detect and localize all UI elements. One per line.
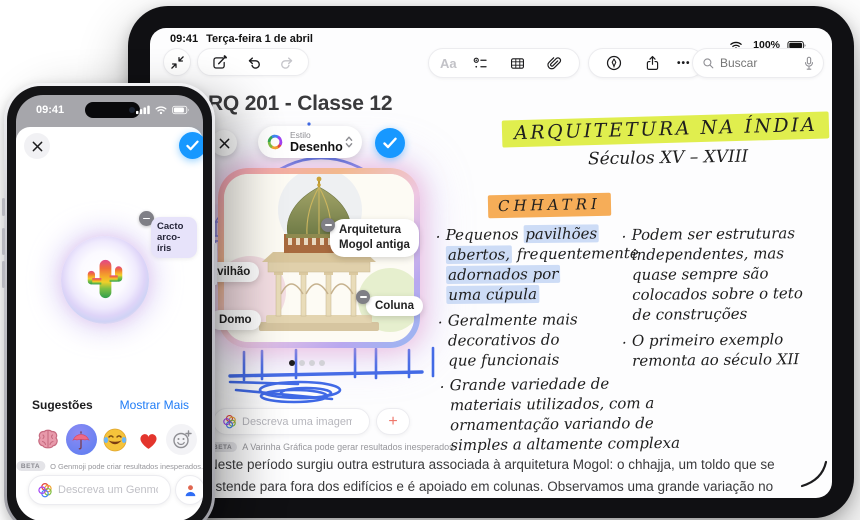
tag-architecture-line1: Arquitetura bbox=[339, 224, 401, 236]
image-wand-input[interactable] bbox=[242, 415, 352, 428]
volume-up-button bbox=[2, 228, 5, 255]
genmoji-input-row bbox=[28, 475, 203, 505]
pager-dot[interactable] bbox=[299, 360, 305, 366]
handwritten-bullet-4: · Podem ser estruturas independentes, ma… bbox=[621, 224, 803, 324]
typed-line-1: Neste período surgiu outra estrutura ass… bbox=[208, 457, 775, 472]
power-button bbox=[214, 243, 217, 285]
person-genmoji-button[interactable] bbox=[175, 475, 203, 505]
close-icon bbox=[219, 138, 229, 148]
ipad-device: 09:41 Terça-feira 1 de abril 100% Aa •••… bbox=[128, 6, 854, 518]
image-wand-field[interactable] bbox=[213, 408, 370, 435]
add-image-button[interactable]: + bbox=[376, 408, 410, 435]
pager-dot[interactable] bbox=[319, 360, 325, 366]
beta-disclaimer: A Varinha Gráfica pode gerar resultados … bbox=[242, 442, 457, 452]
remove-tag-architecture-button[interactable] bbox=[321, 218, 335, 232]
show-more-link[interactable]: Mostrar Mais bbox=[120, 398, 189, 412]
accept-genmoji-button[interactable] bbox=[179, 132, 203, 159]
battery-icon bbox=[172, 105, 189, 115]
typed-paragraph: Neste período surgiu outra estrutura ass… bbox=[208, 454, 783, 497]
iphone-bezel: 09:41 Cacto arco-íris Sugestões Mostrar … bbox=[7, 86, 212, 520]
tag-dome[interactable]: Domo bbox=[210, 310, 261, 330]
beta-badge: BETA bbox=[16, 461, 46, 471]
handwritten-bullet-3: · Grande variedade de materiais utilizad… bbox=[439, 374, 681, 455]
genmoji-rainbow-icon bbox=[38, 483, 52, 498]
iphone-device: 09:41 Cacto arco-íris Sugestões Mostrar … bbox=[2, 83, 217, 520]
accept-image-button[interactable] bbox=[375, 128, 405, 158]
genmoji-description-tag[interactable]: Cacto arco-íris bbox=[151, 217, 197, 258]
tag-architecture[interactable]: Arquitetura Mogol antiga bbox=[330, 219, 419, 257]
close-icon bbox=[32, 141, 42, 151]
suggestions-header: Sugestões Mostrar Mais bbox=[32, 398, 189, 412]
pager-dot[interactable] bbox=[309, 360, 315, 366]
umbrella-genmoji[interactable] bbox=[65, 424, 97, 455]
handwritten-bullet-2: · Geralmente mais decorativos do que fun… bbox=[437, 310, 578, 370]
ipad-beta-row: BETA A Varinha Gráfica pode gerar result… bbox=[208, 442, 456, 452]
checkmark-icon bbox=[186, 140, 199, 151]
handwritten-section-title: CHHATRI bbox=[487, 192, 612, 219]
tag-column[interactable]: Coluna bbox=[366, 296, 423, 316]
page-curl-mark bbox=[800, 460, 828, 488]
volume-down-button bbox=[2, 261, 5, 288]
iphone-screen: 09:41 Cacto arco-íris Sugestões Mostrar … bbox=[16, 95, 203, 520]
dismiss-genmoji-button[interactable] bbox=[24, 133, 50, 159]
iphone-time: 09:41 bbox=[36, 104, 65, 116]
add-emoji-icon bbox=[172, 429, 192, 448]
iphone-status-icons bbox=[136, 105, 191, 115]
create-emoji-button[interactable] bbox=[166, 424, 197, 455]
handwritten-bullet-1: · Pequenos pavilhões abertos, frequentem… bbox=[435, 224, 639, 305]
signal-icon bbox=[136, 105, 150, 115]
typed-line-2: estende para fora dos edifícios e é apoi… bbox=[208, 478, 774, 494]
laughing-emoji[interactable] bbox=[99, 424, 130, 455]
emoji-suggestions-row bbox=[32, 424, 197, 455]
heart-emoji[interactable] bbox=[133, 424, 164, 455]
brain-emoji[interactable] bbox=[32, 424, 63, 455]
style-picker-value: Desenho bbox=[290, 140, 343, 154]
genmoji-tag-line1: Cacto bbox=[157, 221, 184, 232]
chevron-up-down-icon bbox=[345, 136, 353, 148]
tag-architecture-line2: Mogol antiga bbox=[339, 239, 410, 251]
action-button bbox=[2, 198, 5, 216]
iphone-beta-row: BETA O Genmoji pode criar resultados ine… bbox=[16, 461, 203, 471]
style-picker[interactable]: Estilo Desenho bbox=[258, 126, 362, 158]
image-wand-icon bbox=[223, 414, 236, 429]
handwritten-subheading: Séculos XV – XVIII bbox=[587, 146, 749, 170]
style-rainbow-icon bbox=[267, 134, 283, 150]
genmoji-field[interactable] bbox=[28, 475, 171, 505]
camera-dot bbox=[129, 107, 135, 113]
beta-disclaimer: O Genmoji pode criar resultados inespera… bbox=[50, 461, 203, 471]
suggestions-title: Sugestões bbox=[32, 398, 93, 412]
genmoji-tag-line2: arco-íris bbox=[157, 232, 181, 254]
image-variant-pager[interactable] bbox=[289, 360, 325, 366]
marketing-canvas: 09:41 Terça-feira 1 de abril 100% Aa •••… bbox=[0, 0, 860, 520]
pager-dot-active[interactable] bbox=[289, 360, 295, 366]
checkmark-icon bbox=[383, 137, 397, 149]
genmoji-sheet: Cacto arco-íris Sugestões Mostrar Mais B… bbox=[16, 127, 203, 520]
ipad-screen: 09:41 Terça-feira 1 de abril 100% Aa •••… bbox=[150, 28, 832, 498]
rainbow-cactus-genmoji bbox=[87, 259, 123, 299]
wifi-icon bbox=[155, 106, 167, 115]
remove-tag-column-button[interactable] bbox=[356, 290, 370, 304]
genmoji-input[interactable] bbox=[58, 484, 158, 496]
person-icon bbox=[185, 484, 195, 496]
style-picker-label: Estilo bbox=[290, 129, 311, 140]
image-wand-row: + bbox=[213, 408, 410, 435]
handwritten-bullet-5: · O primeiro exemplo remonta ao século X… bbox=[621, 330, 800, 370]
dynamic-island bbox=[85, 102, 140, 118]
